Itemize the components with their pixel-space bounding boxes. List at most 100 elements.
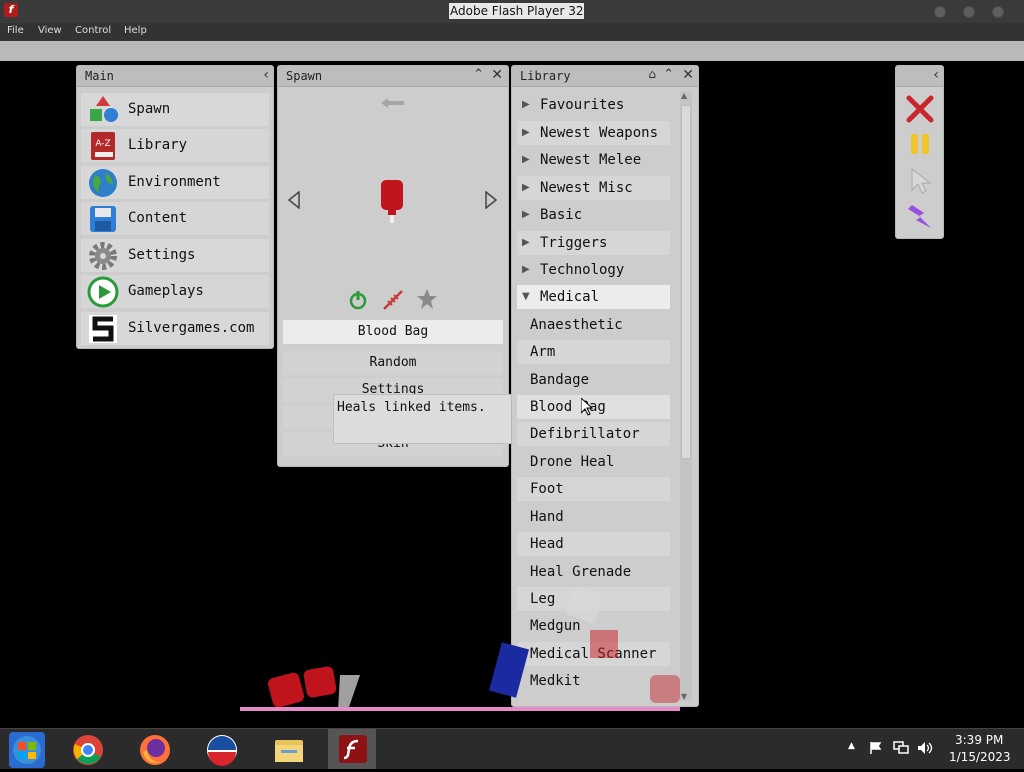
back-arrow-icon[interactable] — [381, 97, 405, 109]
folder-icon — [275, 740, 303, 762]
file-explorer-taskbar-button[interactable] — [271, 732, 307, 768]
library-panel-header: Library ⌂ ⌃ ✕ — [512, 66, 698, 87]
network-icon[interactable] — [893, 741, 909, 755]
game-top-strip — [0, 41, 1024, 61]
library-item[interactable]: Drone Heal — [517, 450, 670, 474]
expand-arrow-icon: ▶ — [522, 264, 530, 275]
game-scene — [240, 585, 680, 711]
main-item-settings[interactable]: Settings — [81, 239, 269, 272]
chevron-up-icon[interactable]: ⌃ — [663, 67, 674, 82]
taskbar: ▲ 3:39 PM 1/15/2023 — [0, 728, 1024, 769]
flash-taskbar-button[interactable] — [328, 729, 376, 769]
volume-icon[interactable] — [917, 741, 933, 755]
flash-icon: f — [4, 3, 18, 17]
tools-panel-header: ‹ — [896, 66, 943, 87]
library-item-hovered[interactable]: Blood Bag — [517, 395, 670, 419]
main-item-silvergames[interactable]: Silvergames.com — [81, 312, 269, 345]
library-category-technology[interactable]: ▶ Technology — [517, 258, 670, 282]
firefox-taskbar-button[interactable] — [137, 732, 173, 768]
spawn-panel-title: Spawn — [286, 69, 323, 83]
home-icon[interactable]: ⌂ — [648, 67, 656, 81]
globe-icon — [89, 169, 117, 197]
selected-item-name: Blood Bag — [283, 320, 503, 344]
clock-date[interactable]: 1/15/2023 — [949, 750, 1011, 764]
minimize-icon[interactable] — [934, 6, 946, 18]
main-item-label: Settings — [128, 247, 196, 263]
library-item[interactable]: Head — [517, 532, 670, 556]
close-panel-icon[interactable]: ✕ — [491, 67, 503, 83]
menu-view[interactable]: View — [38, 25, 62, 36]
menu-file[interactable]: File — [7, 25, 24, 36]
next-item-icon[interactable] — [484, 191, 498, 209]
library-category-medical[interactable]: ▼ Medical — [517, 285, 670, 309]
main-item-spawn[interactable]: Spawn — [81, 93, 269, 126]
collapse-icon[interactable]: ‹ — [263, 67, 269, 83]
main-item-label: Silvergames.com — [128, 320, 255, 336]
scrollbar-thumb[interactable] — [681, 105, 691, 459]
firefox-icon — [140, 735, 170, 765]
main-item-environment[interactable]: Environment — [81, 166, 269, 199]
chrome-icon — [73, 735, 103, 765]
menu-control[interactable]: Control — [75, 25, 111, 36]
library-category-triggers[interactable]: ▶ Triggers — [517, 231, 670, 255]
book-a-z-icon: A-Z — [91, 132, 115, 160]
library-item[interactable]: Foot — [517, 477, 670, 501]
flag-icon[interactable] — [869, 741, 883, 755]
play-icon — [87, 276, 119, 308]
prev-item-icon[interactable] — [287, 191, 301, 209]
circle-logo-icon — [207, 735, 237, 766]
main-item-label: Gameplays — [128, 283, 204, 299]
library-item[interactable]: Hand — [517, 505, 670, 529]
main-panel-title: Main — [85, 69, 114, 83]
pause-icon[interactable] — [908, 132, 932, 156]
maximize-icon[interactable] — [963, 6, 975, 18]
app-taskbar-button[interactable] — [204, 732, 240, 768]
menu-help[interactable]: Help — [124, 25, 147, 36]
svg-text:A-Z: A-Z — [95, 139, 110, 149]
tools-panel: ‹ — [895, 65, 944, 239]
tray-expand-icon[interactable]: ▲ — [848, 741, 855, 751]
library-category-newest-misc[interactable]: ▶ Newest Misc — [517, 176, 670, 200]
expand-arrow-icon: ▶ — [522, 99, 530, 110]
library-item[interactable]: Bandage — [517, 368, 670, 392]
scroll-up-icon[interactable]: ▲ — [681, 91, 687, 100]
collapse-arrow-icon: ▼ — [522, 291, 530, 302]
library-category-newest-melee[interactable]: ▶ Newest Melee — [517, 148, 670, 172]
silvergames-logo-icon — [89, 315, 117, 343]
menu-bar: File View Control Help — [0, 23, 1024, 41]
expand-arrow-icon: ▶ — [522, 154, 530, 165]
main-panel-header: Main ‹ — [77, 66, 273, 87]
window-title: Adobe Flash Player 32 — [449, 3, 585, 19]
start-button[interactable] — [9, 732, 45, 768]
main-item-content[interactable]: Content — [81, 202, 269, 235]
chevron-up-icon[interactable]: ⌃ — [473, 67, 484, 82]
close-panel-icon[interactable]: ✕ — [682, 67, 694, 83]
chrome-taskbar-button[interactable] — [70, 732, 106, 768]
close-window-icon[interactable] — [992, 6, 1004, 18]
main-item-label: Content — [128, 210, 188, 226]
clock-time[interactable]: 3:39 PM — [955, 733, 1003, 747]
library-item[interactable]: Anaesthetic — [517, 313, 670, 337]
star-icon[interactable] — [416, 288, 438, 310]
main-item-library[interactable]: A-Z Library — [81, 129, 269, 162]
library-category-basic[interactable]: ▶ Basic — [517, 203, 670, 227]
collapse-icon[interactable]: ‹ — [933, 67, 939, 83]
library-item[interactable]: Arm — [517, 340, 670, 364]
flash-player-icon — [339, 735, 367, 763]
library-category-favourites[interactable]: ▶ Favourites — [517, 93, 670, 117]
library-panel-title: Library — [520, 69, 571, 83]
pointer-tool-icon[interactable] — [910, 168, 932, 194]
floppy-disk-icon — [90, 206, 116, 232]
mouse-cursor-icon — [581, 398, 593, 416]
library-category-newest-weapons[interactable]: ▶ Newest Weapons — [517, 121, 670, 145]
main-item-label: Environment — [128, 174, 221, 190]
power-icon[interactable] — [348, 290, 368, 310]
random-button[interactable]: Random — [283, 351, 503, 375]
lightning-icon[interactable] — [906, 203, 934, 233]
main-item-gameplays[interactable]: Gameplays — [81, 275, 269, 308]
spawn-panel-header: Spawn ⌃ ✕ — [278, 66, 508, 87]
library-item[interactable]: Defibrillator — [517, 422, 670, 446]
delete-icon[interactable] — [906, 95, 934, 123]
link-wire-icon[interactable] — [382, 289, 404, 311]
gear-icon — [89, 242, 117, 270]
